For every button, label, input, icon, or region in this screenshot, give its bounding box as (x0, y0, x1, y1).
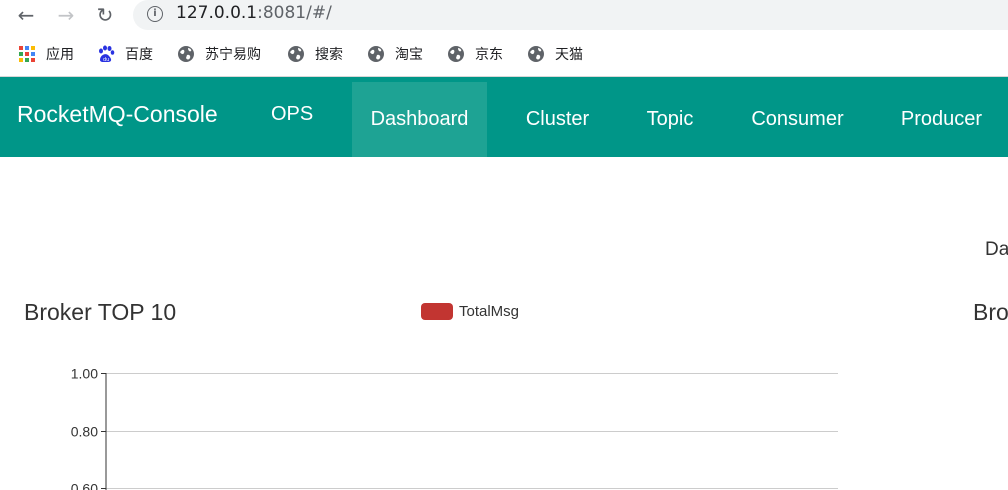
forward-button[interactable]: → (53, 2, 79, 28)
globe-icon (177, 45, 195, 63)
broker-right-panel-title: Bro (973, 299, 1008, 325)
url-path: :8081/#/ (257, 3, 332, 23)
legend-label: TotalMsg (459, 303, 520, 320)
y-tick-label: 0.60 (71, 481, 98, 490)
bookmark-label: 淘宝 (395, 47, 423, 63)
url-host: 127.0.0.1 (176, 3, 258, 23)
brand-title[interactable]: RocketMQ-Console (17, 101, 218, 128)
nav-item-producer[interactable]: Producer (883, 82, 1000, 157)
bookmark-label: 应用 (46, 47, 74, 63)
url-text[interactable]: 127.0.0.1:8081/#/ (176, 3, 332, 23)
globe-icon (447, 45, 465, 63)
globe-icon (287, 45, 305, 63)
bookmark-apps[interactable]: 应用 (18, 44, 74, 64)
nav-item-topic[interactable]: Topic (628, 82, 712, 157)
date-label: Da (985, 239, 1008, 260)
reload-icon: ↻ (96, 3, 114, 27)
reload-button[interactable]: ↻ (92, 2, 118, 28)
globe-icon (367, 45, 385, 63)
broker-top10-chart: 1.00 0.80 0.60 (71, 366, 838, 490)
svg-text:du: du (103, 57, 109, 63)
nav-item-cluster[interactable]: Cluster (507, 82, 608, 157)
bookmark-taobao[interactable]: 淘宝 (367, 44, 423, 64)
bookmark-label: 百度 (125, 47, 153, 63)
bookmark-tmall[interactable]: 天猫 (527, 44, 583, 64)
y-tick-label: 0.80 (71, 424, 98, 440)
y-tick-label: 1.00 (71, 366, 98, 382)
arrow-left-icon: ← (17, 3, 35, 27)
app-navbar: RocketMQ-Console OPS Dashboard Cluster T… (0, 77, 1008, 157)
nav-item-consumer[interactable]: Consumer (732, 82, 863, 157)
bookmark-label: 苏宁易购 (205, 47, 261, 63)
arrow-right-icon: → (57, 3, 75, 27)
chart-legend[interactable]: TotalMsg (421, 303, 519, 320)
bookmark-jd[interactable]: 京东 (447, 44, 503, 64)
bookmark-baidu[interactable]: du 百度 (97, 44, 153, 64)
bookmark-suning[interactable]: 苏宁易购 (177, 44, 261, 64)
globe-icon (527, 45, 545, 63)
bookmark-search[interactable]: 搜索 (287, 44, 343, 64)
bookmark-label: 搜索 (315, 47, 343, 63)
info-icon[interactable]: i (147, 6, 163, 22)
nav-item-ops[interactable]: OPS (271, 103, 313, 126)
nav-item-dashboard[interactable]: Dashboard (352, 82, 487, 157)
legend-swatch (421, 303, 453, 320)
back-button[interactable]: ← (13, 2, 39, 28)
bookmark-label: 京东 (475, 47, 503, 63)
bookmarks-bar: 应用 du 百度 苏宁易购 搜索 淘宝 京东 天猫 (0, 36, 1008, 74)
baidu-paw-icon: du (97, 45, 115, 63)
broker-top10-title: Broker TOP 10 (24, 299, 177, 325)
browser-toolbar: ← → ↻ i 127.0.0.1:8081/#/ (0, 0, 1008, 30)
bookmark-label: 天猫 (555, 47, 583, 63)
apps-grid-icon (18, 45, 36, 63)
